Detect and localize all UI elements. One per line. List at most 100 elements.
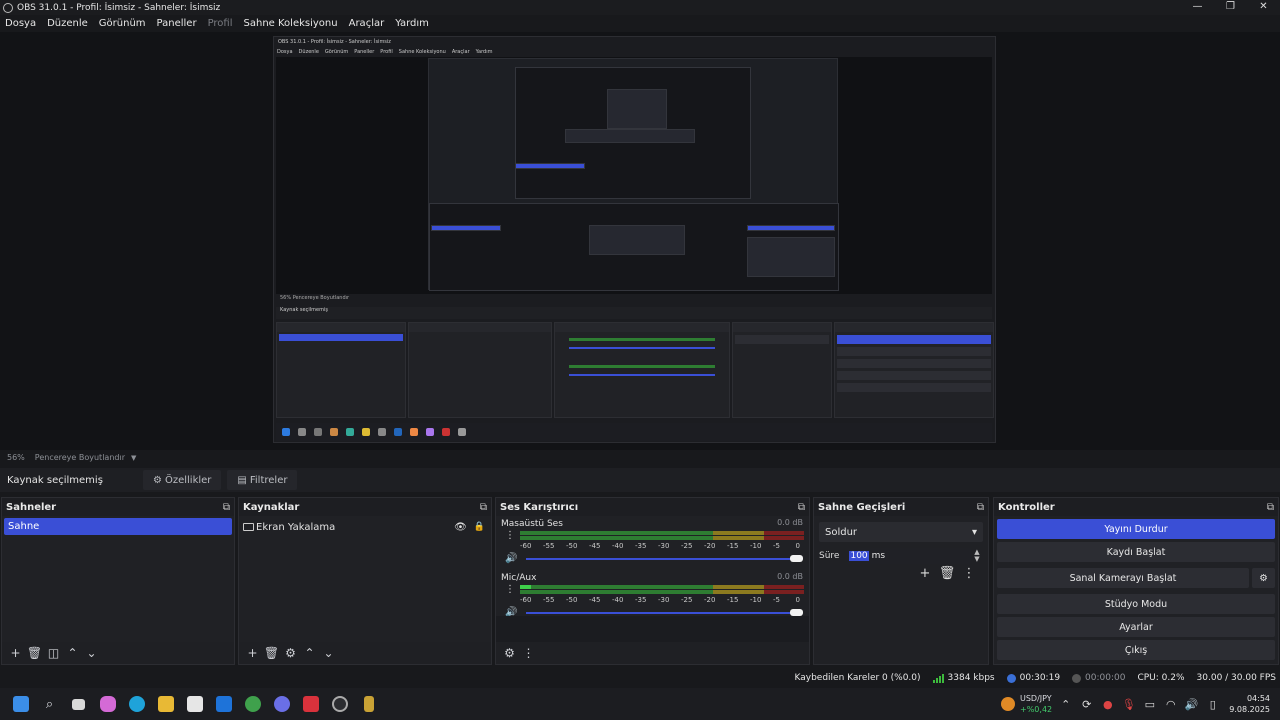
tick-label: -15 xyxy=(727,542,739,550)
speaker-icon[interactable]: 🔊 xyxy=(505,553,517,564)
undock-icon[interactable]: ⧉ xyxy=(798,502,805,513)
nested-menu-item: Sahne Koleksiyonu xyxy=(398,48,446,55)
source-toolbar: Kaynak seçilmemiş ⚙ Özellikler ▤ Filtrel… xyxy=(0,468,1280,492)
mixer-title: Ses Karıştırıcı xyxy=(500,501,579,513)
microphone-icon[interactable]: 🎙 xyxy=(1118,698,1139,711)
menu-scene-collection[interactable]: Sahne Koleksiyonu xyxy=(244,18,338,29)
volume-knob[interactable] xyxy=(790,555,803,562)
clock[interactable]: 04:54 9.08.2025 xyxy=(1229,693,1270,715)
gear-icon[interactable]: ⚙ xyxy=(281,646,300,660)
menu-file[interactable]: Dosya xyxy=(5,18,36,29)
undock-icon[interactable]: ⧉ xyxy=(977,502,984,513)
kebab-menu-icon[interactable]: ⋮ xyxy=(505,585,515,595)
kebab-menu-icon[interactable]: ⋮ xyxy=(519,646,538,660)
store-icon[interactable] xyxy=(180,688,209,720)
scenes-toolbar: + 🗑 ◫ ⌃ ⌄ xyxy=(2,642,234,664)
battery-icon[interactable]: ▯ xyxy=(1202,698,1223,711)
volume-knob[interactable] xyxy=(790,609,803,616)
settings-button[interactable]: Ayarlar xyxy=(997,617,1275,637)
search-icon[interactable]: ⌕ xyxy=(35,688,64,720)
add-icon[interactable]: + xyxy=(6,646,25,660)
start-recording-button[interactable]: Kaydı Başlat xyxy=(997,542,1275,562)
chevron-down-icon[interactable]: ▼ xyxy=(131,454,136,462)
zoom-mode-label[interactable]: Pencereye Boyutlandır xyxy=(35,453,125,462)
tick-label: -25 xyxy=(681,542,693,550)
filter-icon[interactable]: ◫ xyxy=(44,646,63,660)
preview-area[interactable]: OBS 31.0.1 - Profil: İsimsiz - Sahneler:… xyxy=(0,32,1280,450)
menu-view[interactable]: Görünüm xyxy=(99,18,146,29)
chevron-up-icon[interactable]: ⌃ xyxy=(1055,698,1076,711)
undock-icon[interactable]: ⧉ xyxy=(480,502,487,513)
stop-stream-button[interactable]: Yayını Durdur xyxy=(997,519,1275,539)
edge-icon[interactable] xyxy=(122,688,151,720)
trash-icon[interactable]: 🗑 xyxy=(25,646,44,660)
kebab-menu-icon[interactable]: ⋮ xyxy=(505,531,515,541)
start-virtual-cam-button[interactable]: Sanal Kamerayı Başlat xyxy=(997,568,1249,588)
source-item[interactable]: Ekran Yakalama 👁 🔒 xyxy=(243,519,487,535)
arrow-down-icon[interactable]: ⌄ xyxy=(319,646,338,660)
trash-icon[interactable]: 🗑 xyxy=(936,566,958,581)
tick-label: -40 xyxy=(612,596,624,604)
advanced-audio-icon[interactable]: ⚙ xyxy=(500,646,519,660)
chrome-icon[interactable] xyxy=(238,688,267,720)
volume-icon[interactable]: 🔊 xyxy=(1181,698,1202,711)
sources-dock: Kaynaklar ⧉ Ekran Yakalama 👁 🔒 + 🗑 ⚙ ⌃ ⌄ xyxy=(238,497,492,665)
menu-docks[interactable]: Paneller xyxy=(157,18,197,29)
arrow-up-icon[interactable]: ⌃ xyxy=(300,646,319,660)
obs-logo-icon xyxy=(3,2,13,13)
eye-icon[interactable]: 👁 xyxy=(454,522,467,533)
close-button[interactable]: ✕ xyxy=(1247,0,1280,15)
red-app-icon[interactable] xyxy=(296,688,325,720)
file-explorer-icon[interactable] xyxy=(151,688,180,720)
filters-button[interactable]: ▤ Filtreler xyxy=(227,470,298,490)
outlook-icon[interactable] xyxy=(209,688,238,720)
nested-menu-item: Dosya xyxy=(277,48,293,55)
duration-stepper[interactable]: ▲ ▼ xyxy=(971,549,983,563)
duration-value: 100 xyxy=(849,551,869,561)
maximize-button[interactable]: ❐ xyxy=(1214,0,1247,15)
duration-input[interactable]: 100 ms xyxy=(847,548,971,564)
volume-slider[interactable]: 🔊 xyxy=(501,553,804,565)
source-label: Ekran Yakalama xyxy=(256,521,336,533)
studio-mode-button[interactable]: Stüdyo Modu xyxy=(997,594,1275,614)
sync-icon[interactable]: ⟳ xyxy=(1076,698,1097,711)
preview-canvas[interactable]: OBS 31.0.1 - Profil: İsimsiz - Sahneler:… xyxy=(273,36,996,443)
discord-icon[interactable] xyxy=(267,688,296,720)
undock-icon[interactable]: ⧉ xyxy=(223,502,230,513)
trash-icon[interactable]: 🗑 xyxy=(262,646,281,660)
volume-track[interactable] xyxy=(526,612,796,614)
controls-header: Kontroller ⧉ xyxy=(994,498,1278,516)
network-icon[interactable]: ◠ xyxy=(1160,698,1181,711)
task-view-icon[interactable] xyxy=(64,688,93,720)
transition-select[interactable]: Soldur ▾ xyxy=(819,522,983,542)
minimize-button[interactable]: — xyxy=(1181,0,1214,15)
obs-taskbar-icon[interactable] xyxy=(325,688,354,720)
arrow-down-icon[interactable]: ⌄ xyxy=(82,646,101,660)
add-icon[interactable]: + xyxy=(243,646,262,660)
stock-ticker[interactable]: USD/JPY +%0,42 xyxy=(1001,688,1052,720)
clock-date: 9.08.2025 xyxy=(1229,705,1270,714)
exit-button[interactable]: Çıkış xyxy=(997,640,1275,660)
scene-item[interactable]: Sahne xyxy=(4,518,232,535)
kebab-menu-icon[interactable]: ⋮ xyxy=(958,566,980,581)
properties-button[interactable]: ⚙ Özellikler xyxy=(143,470,222,490)
copilot-icon[interactable] xyxy=(93,688,122,720)
screen-icon[interactable]: ▭ xyxy=(1139,698,1160,711)
arrow-up-icon[interactable]: ⌃ xyxy=(63,646,82,660)
nested-taskbar xyxy=(276,423,992,441)
menu-profile[interactable]: Profil xyxy=(208,18,233,29)
virtual-cam-settings-button[interactable]: ⚙ xyxy=(1252,568,1275,588)
menu-help[interactable]: Yardım xyxy=(395,18,429,29)
menu-tools[interactable]: Araçlar xyxy=(349,18,385,29)
windows-start-icon[interactable] xyxy=(6,688,35,720)
volume-track[interactable] xyxy=(526,558,796,560)
menu-edit[interactable]: Düzenle xyxy=(47,18,88,29)
undock-icon[interactable]: ⧉ xyxy=(1267,502,1274,513)
app-icon[interactable] xyxy=(354,688,383,720)
tick-label: -25 xyxy=(681,596,693,604)
lock-icon[interactable]: 🔒 xyxy=(474,522,485,532)
record-tray-icon[interactable]: ● xyxy=(1097,698,1118,711)
tick-label: -20 xyxy=(704,542,716,550)
add-icon[interactable]: + xyxy=(914,566,936,581)
tick-label: -50 xyxy=(566,542,578,550)
